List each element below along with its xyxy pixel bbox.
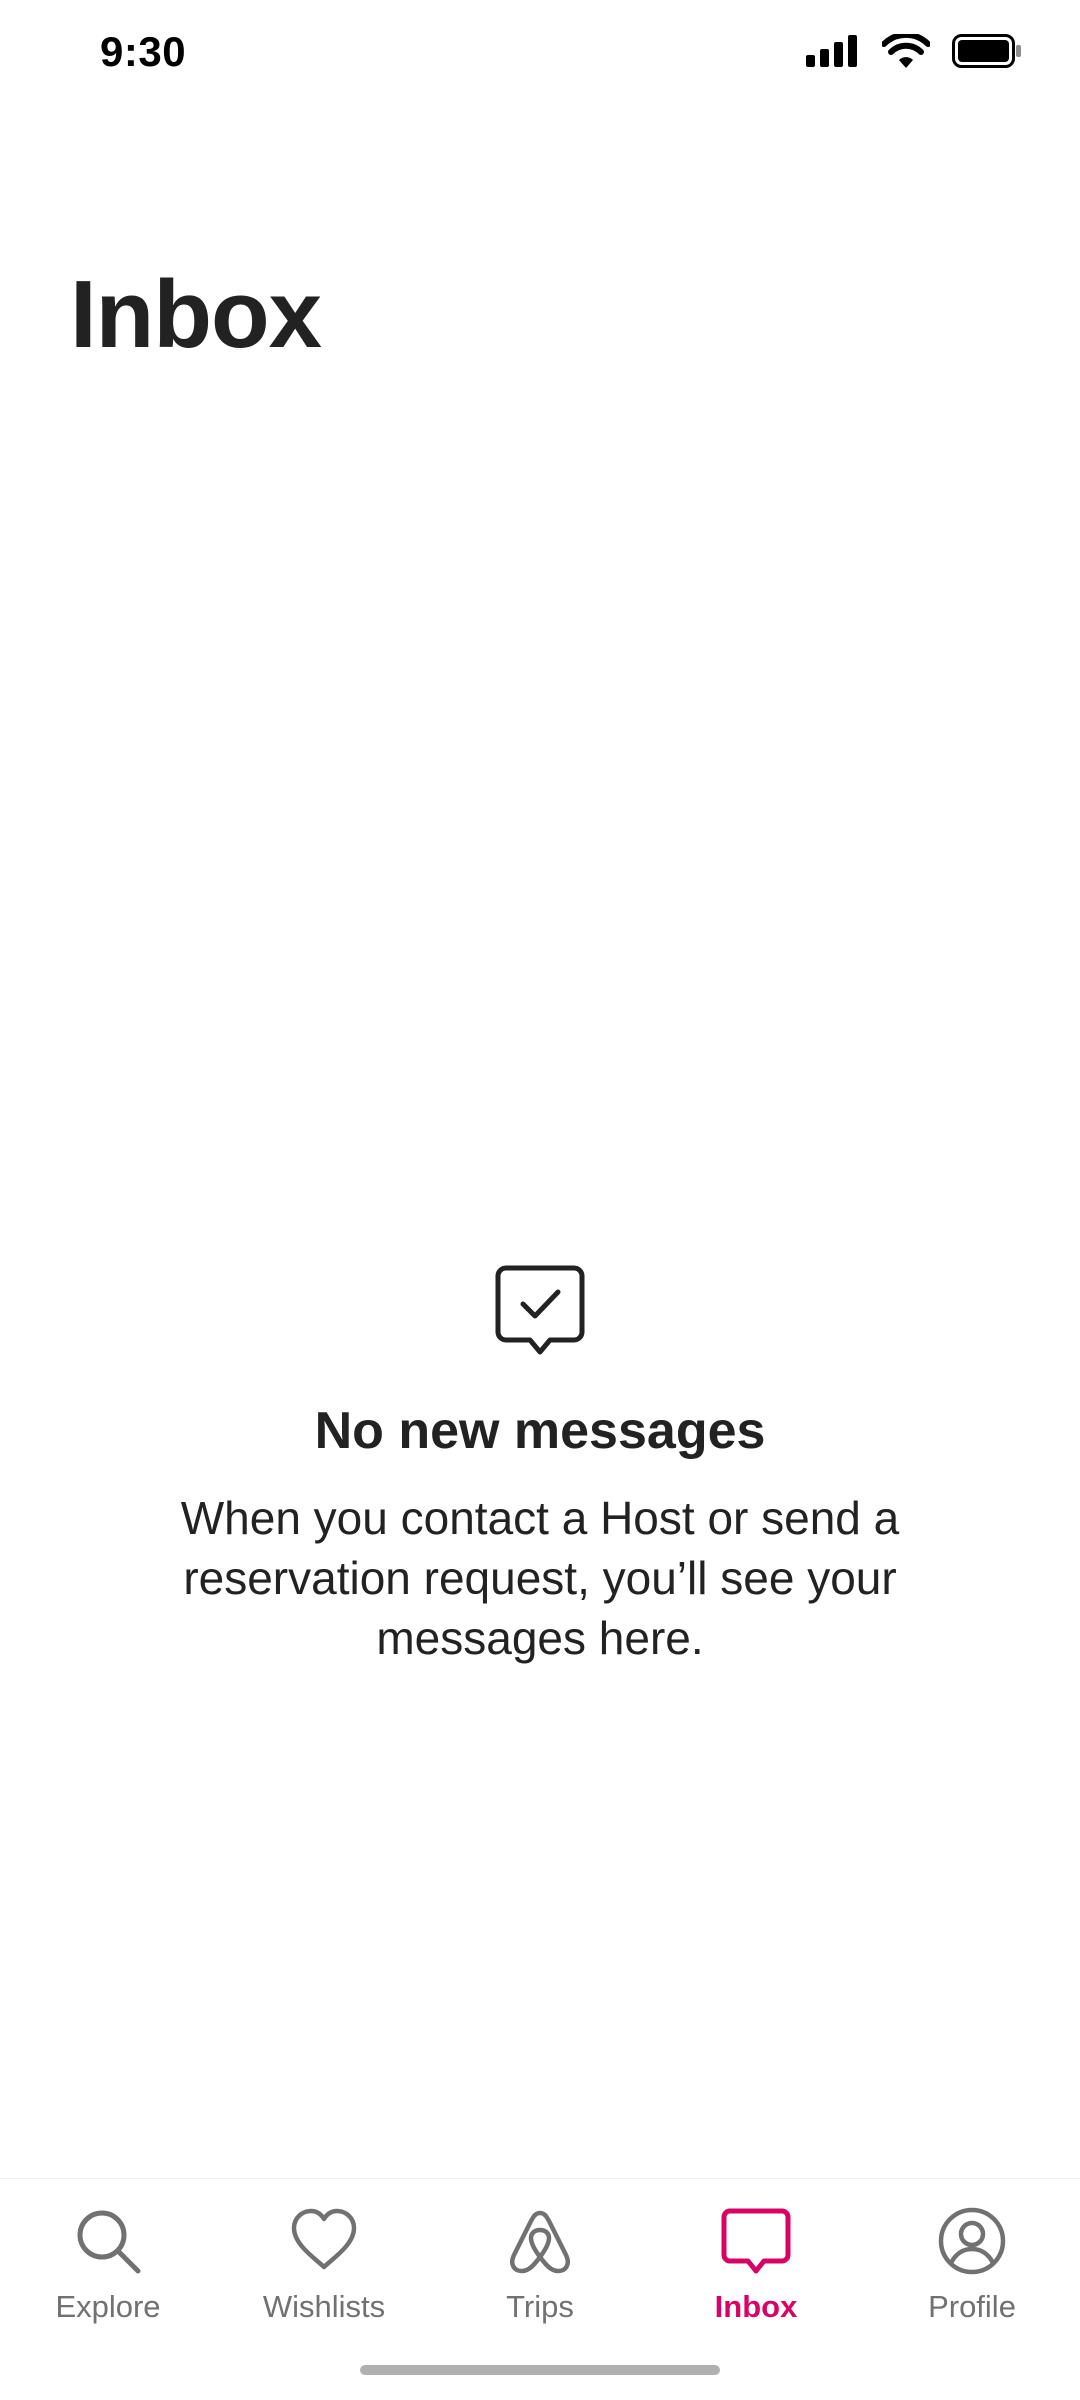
tab-wishlists[interactable]: Wishlists xyxy=(216,2205,432,2325)
message-check-icon xyxy=(495,1265,585,1355)
status-icons xyxy=(806,34,1022,68)
tab-label-explore: Explore xyxy=(55,2289,161,2324)
empty-state-body: When you contact a Host or send a reserv… xyxy=(180,1492,900,1665)
tab-label-profile: Profile xyxy=(928,2289,1016,2324)
status-time: 9:30 xyxy=(100,28,187,75)
tab-label-trips: Trips xyxy=(506,2289,574,2324)
wifi-icon xyxy=(882,34,930,68)
search-icon xyxy=(77,2210,141,2274)
heart-icon xyxy=(291,2208,357,2270)
page-title: Inbox xyxy=(70,261,322,368)
tab-explore[interactable]: Explore xyxy=(0,2205,216,2325)
home-indicator[interactable] xyxy=(360,2365,720,2375)
tab-label-wishlists: Wishlists xyxy=(262,2289,386,2324)
airbnb-logo-icon xyxy=(510,2210,570,2274)
bottom-tab-bar: Explore Wishlists Trips Inbox Profile xyxy=(0,2178,1080,2400)
battery-icon xyxy=(952,34,1021,68)
inbox-screen: 9:30 Inbox No new messages When you cont… xyxy=(0,0,1080,2400)
message-icon xyxy=(721,2208,791,2274)
empty-state-title: No new messages xyxy=(314,1402,766,1460)
tab-inbox[interactable]: Inbox xyxy=(648,2205,864,2325)
empty-state: No new messages When you contact a Host … xyxy=(0,1262,1080,1668)
user-circle-icon xyxy=(938,2207,1006,2275)
status-bar: 9:30 xyxy=(0,0,1080,110)
tab-trips[interactable]: Trips xyxy=(432,2205,648,2325)
tab-profile[interactable]: Profile xyxy=(864,2205,1080,2325)
cellular-signal-icon xyxy=(806,35,857,67)
tab-label-inbox: Inbox xyxy=(714,2289,798,2324)
